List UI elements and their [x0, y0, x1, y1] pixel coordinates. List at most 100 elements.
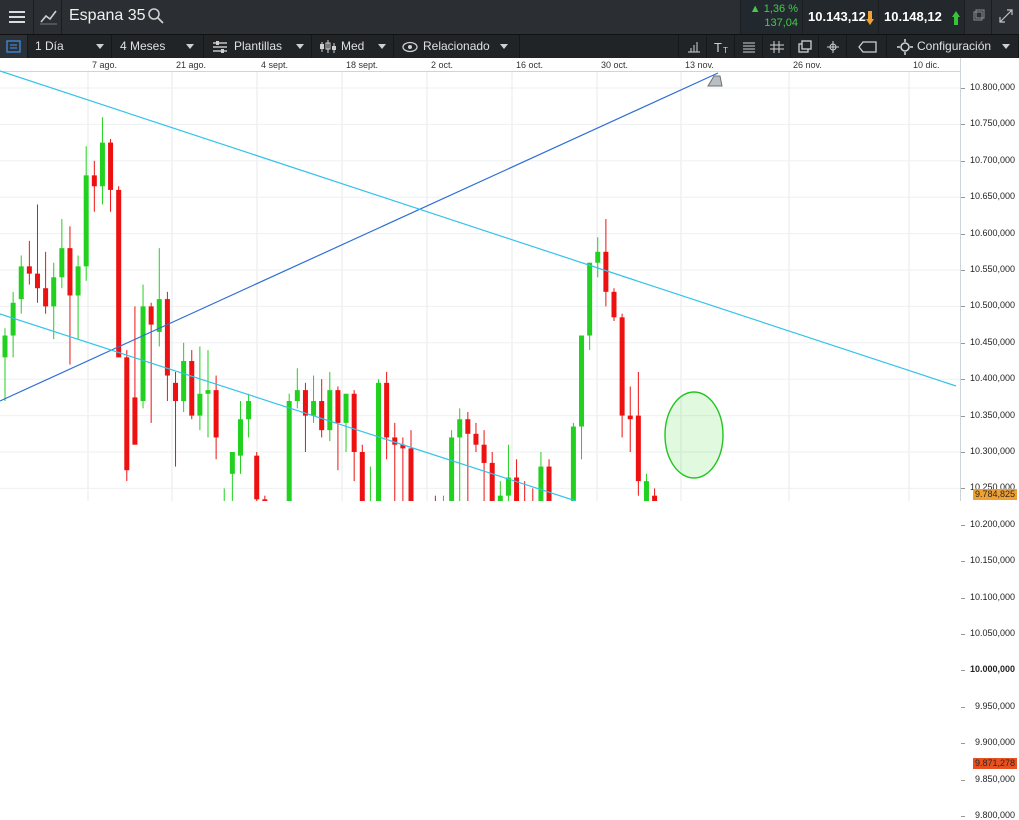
lines-icon	[743, 42, 755, 53]
candle-down	[635, 415, 641, 482]
text-tool-button[interactable]: T T	[706, 35, 734, 59]
price-tick	[961, 452, 965, 453]
candle-up	[83, 175, 89, 267]
price-tick-label: 10.500,000	[969, 300, 1015, 311]
candle-up	[294, 390, 300, 402]
hamburger-icon-line	[9, 21, 25, 23]
hamburger-icon	[9, 11, 25, 13]
text-icon: T T	[714, 40, 728, 55]
low-price-tag: 9.784,825	[972, 489, 1017, 500]
trend-line	[0, 72, 719, 402]
candle-up	[18, 266, 24, 300]
related-label: Relacionado	[423, 39, 490, 53]
price-tick-label: 10.450,000	[969, 336, 1015, 347]
candle-up	[205, 390, 211, 394]
interval-dropdown[interactable]: 1 Día	[28, 35, 112, 59]
candle-up	[99, 142, 105, 187]
instrument-name[interactable]: Espana 35	[69, 7, 146, 25]
layers-button[interactable]	[790, 35, 818, 59]
candle-down	[489, 462, 495, 501]
price-tick	[961, 779, 965, 781]
label-button[interactable]	[846, 35, 882, 59]
gear-icon	[897, 39, 913, 55]
price-tick-label: 10.600,000	[969, 227, 1015, 238]
price-tick-label: 10.000,000	[969, 664, 1015, 675]
candle-down	[627, 415, 633, 420]
candle-down	[652, 495, 658, 501]
candle-down	[26, 266, 32, 274]
price-tick-label: 10.750,000	[969, 118, 1015, 129]
grid-button[interactable]	[762, 35, 790, 59]
candle-up	[579, 335, 585, 427]
grid-icon	[770, 41, 784, 53]
candle-up	[497, 495, 503, 501]
price-tick-label: 10.100,000	[969, 591, 1015, 602]
candle-up	[75, 266, 81, 296]
candle-down	[254, 455, 260, 500]
price-chart[interactable]	[0, 58, 960, 501]
candle-up	[229, 452, 235, 474]
candle-up	[286, 401, 292, 501]
expand-button[interactable]	[991, 0, 1019, 34]
candle-down	[164, 299, 170, 376]
templates-label: Plantillas	[234, 39, 283, 53]
price-type-label: Med	[341, 39, 365, 53]
candle-down	[465, 419, 471, 434]
sidebar-toggle-button[interactable]	[0, 35, 28, 59]
buy-price: 10.148,12	[884, 9, 942, 24]
price-tick	[961, 561, 965, 563]
candle-up	[237, 419, 243, 456]
chevron-down-icon	[378, 44, 386, 49]
templates-dropdown[interactable]: Plantillas	[204, 35, 312, 59]
chart-area[interactable]: 7 ago. 21 ago. 4 sept. 18 sept. 2 oct. 16 oct…	[0, 58, 1019, 820]
price-tick-label: 9.900,000	[974, 737, 1015, 748]
draw-lines-button[interactable]	[734, 35, 762, 59]
price-type-dropdown[interactable]: Med	[312, 35, 394, 59]
chart-type-button[interactable]	[34, 0, 62, 34]
crosshair-button[interactable]	[818, 35, 846, 59]
chevron-down-icon	[96, 44, 104, 49]
tag-icon	[858, 41, 877, 53]
top-bar: Espana 35 ▲ 1,36 % 137,04 10.143,12 10.1…	[0, 0, 1019, 34]
price-tick	[961, 379, 965, 381]
candle-down	[34, 273, 40, 289]
restore-icon	[973, 9, 985, 21]
price-tick-label: 9.800,000	[974, 810, 1015, 820]
indicators-button[interactable]	[678, 35, 706, 59]
price-tick	[961, 706, 965, 708]
candle-down	[319, 401, 325, 431]
settings-button[interactable]: Configuración	[886, 35, 1019, 59]
change-percent: ▲ 1,36 %	[749, 3, 798, 15]
price-tick	[961, 597, 965, 599]
price-tick-label: 10.350,000	[969, 409, 1015, 420]
chevron-down-icon	[500, 44, 508, 49]
window-restore-button[interactable]	[964, 0, 991, 34]
highlight-ellipse	[664, 391, 724, 479]
price-tick-label: 10.550,000	[969, 264, 1015, 274]
price-axis[interactable]: 10.800,000 10.750,000 10.700,000 10.650,000…	[960, 58, 1019, 820]
candle-up	[376, 382, 382, 501]
templates-icon	[213, 41, 227, 53]
search-icon[interactable]	[147, 7, 165, 25]
price-tick-label: 10.400,000	[969, 373, 1015, 384]
candle-up	[343, 393, 349, 423]
price-tick-label: 9.950,000	[974, 700, 1015, 711]
related-dropdown[interactable]: Relacionado	[394, 35, 520, 59]
hamburger-icon-line	[9, 16, 25, 18]
price-tick	[961, 816, 965, 817]
menu-button[interactable]	[0, 0, 34, 34]
chevron-down-icon	[1002, 44, 1010, 49]
trend-handle	[707, 75, 723, 87]
candle-up	[587, 262, 593, 336]
buy-price-button[interactable]: 10.148,12	[878, 0, 964, 34]
arrow-down-icon	[866, 11, 874, 25]
svg-text:T: T	[723, 46, 728, 55]
candle-up	[457, 419, 463, 438]
sell-price-button[interactable]: 10.143,12	[802, 0, 878, 34]
arrow-up-icon	[952, 11, 960, 25]
candle-down	[619, 317, 625, 416]
sell-price: 10.143,12	[808, 9, 866, 24]
range-dropdown[interactable]: 4 Meses	[112, 35, 204, 59]
price-tick	[961, 342, 965, 344]
candle-down	[91, 175, 97, 187]
